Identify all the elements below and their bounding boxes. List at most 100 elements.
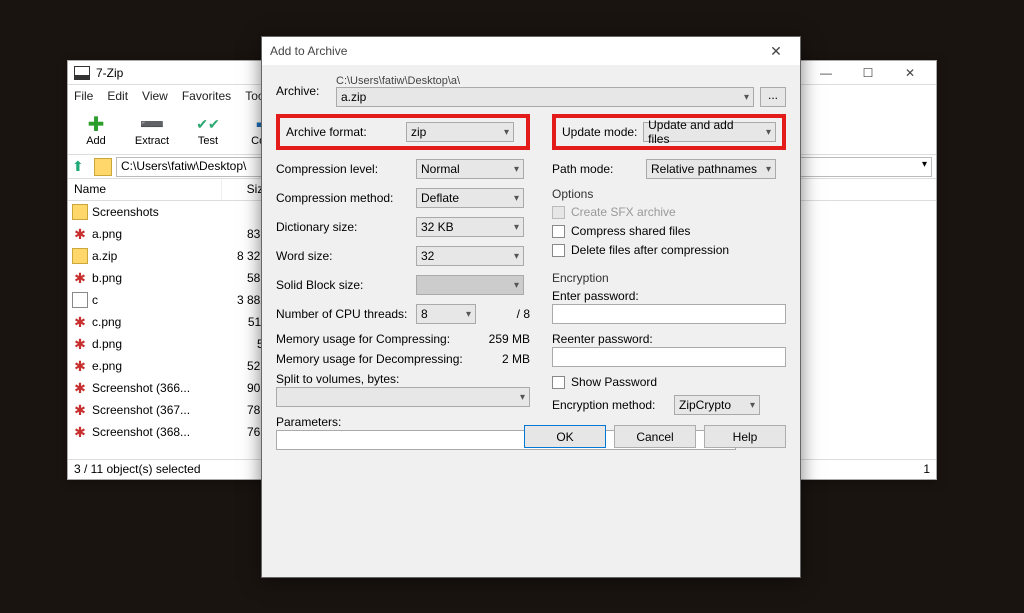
toolbar-extract-label: Extract [135,135,169,147]
format-select[interactable]: zip [406,122,514,142]
solid-block-select [416,275,524,295]
image-icon: ✱ [72,270,88,286]
update-mode-highlight: Update mode: Update and add files [552,114,786,150]
image-icon: ✱ [72,380,88,396]
dictionary-label: Dictionary size: [276,220,416,234]
word-size-label: Word size: [276,249,416,263]
split-label: Split to volumes, bytes: [276,372,530,386]
file-name: b.png [92,271,222,285]
minus-icon: ➖ [141,115,163,135]
shared-checkbox[interactable] [552,225,565,238]
compression-method-select[interactable]: Deflate [416,188,524,208]
minimize-button[interactable]: — [806,62,846,84]
compression-method-label: Compression method: [276,191,416,205]
update-mode-select[interactable]: Update and add files [643,122,776,142]
browse-button[interactable]: ... [760,87,786,107]
file-name: Screenshots [92,205,222,219]
file-name: Screenshot (367... [92,403,222,417]
compression-level-select[interactable]: Normal [416,159,524,179]
toolbar-test-label: Test [198,135,218,147]
toolbar-add-label: Add [86,135,106,147]
plus-icon: ✚ [85,115,107,135]
reenter-pw-label: Reenter password: [552,332,786,346]
image-icon: ✱ [72,314,88,330]
enc-method-label: Encryption method: [552,398,674,412]
image-icon: ✱ [72,226,88,242]
toolbar-add[interactable]: ✚ Add [74,115,118,147]
image-icon: ✱ [72,358,88,374]
split-field[interactable] [276,387,530,407]
up-icon[interactable]: ⬆ [72,158,90,176]
shared-label: Compress shared files [571,224,690,238]
toolbar-test[interactable]: ✔✔ Test [186,115,230,147]
path-mode-select[interactable]: Relative pathnames [646,159,776,179]
enc-method-select[interactable]: ZipCrypto [674,395,760,415]
params-label: Parameters: [276,415,530,429]
sfx-checkbox [552,206,565,219]
delete-checkbox[interactable] [552,244,565,257]
menu-favorites[interactable]: Favorites [182,89,231,103]
word-size-select[interactable]: 32 [416,246,524,266]
folder-icon [72,204,88,220]
file-name: a.zip [92,249,222,263]
col-name-header[interactable]: Name [68,179,222,200]
options-heading: Options [552,187,786,201]
folder-icon [72,248,88,264]
dialog-title: Add to Archive [270,44,760,58]
image-icon: ✱ [72,402,88,418]
cancel-button[interactable]: Cancel [614,425,696,448]
delete-label: Delete files after compression [571,243,729,257]
maximize-button[interactable]: ☐ [848,62,888,84]
close-button[interactable]: ✕ [890,62,930,84]
update-label: Update mode: [562,125,643,139]
file-name: a.png [92,227,222,241]
cpu-total: / 8 [517,307,530,321]
ok-button[interactable]: OK [524,425,606,448]
cpu-select[interactable]: 8 [416,304,476,324]
file-name: d.png [92,337,222,351]
solid-block-label: Solid Block size: [276,278,416,292]
sfx-label: Create SFX archive [571,205,676,219]
add-to-archive-dialog: Add to Archive ✕ Archive: C:\Users\fatiw… [261,36,801,578]
mem-decompress-value: 2 MB [502,352,530,366]
folder-icon [94,158,112,176]
format-label: Archive format: [286,125,406,139]
check-icon: ✔✔ [197,115,219,135]
archive-name-field[interactable]: a.zip [336,87,754,107]
password-confirm-input[interactable] [552,347,786,367]
app-icon [74,66,90,80]
menu-view[interactable]: View [142,89,168,103]
compression-level-label: Compression level: [276,162,416,176]
file-name: c [92,293,222,307]
menu-edit[interactable]: Edit [107,89,128,103]
cpu-label: Number of CPU threads: [276,307,416,321]
toolbar-extract[interactable]: ➖ Extract [130,115,174,147]
file-icon [72,292,88,308]
archive-path: C:\Users\fatiw\Desktop\a\ [336,75,786,87]
dictionary-select[interactable]: 32 KB [416,217,524,237]
status-right: 1 [923,462,930,477]
help-button[interactable]: Help [704,425,786,448]
file-name: Screenshot (366... [92,381,222,395]
show-pw-checkbox[interactable] [552,376,565,389]
archive-format-highlight: Archive format: zip [276,114,530,150]
path-value: C:\Users\fatiw\Desktop\ [121,159,246,173]
image-icon: ✱ [72,424,88,440]
encryption-heading: Encryption [552,271,786,285]
dialog-close-button[interactable]: ✕ [760,43,792,60]
archive-label: Archive: [276,84,336,98]
mem-decompress-label: Memory usage for Decompressing: [276,352,463,366]
show-pw-label: Show Password [571,375,657,389]
status-selection: 3 / 11 object(s) selected [74,462,201,477]
mem-compress-value: 259 MB [489,332,530,346]
image-icon: ✱ [72,336,88,352]
mem-compress-label: Memory usage for Compressing: [276,332,450,346]
file-name: Screenshot (368... [92,425,222,439]
file-name: c.png [92,315,222,329]
enter-pw-label: Enter password: [552,289,786,303]
dialog-titlebar: Add to Archive ✕ [262,37,800,65]
menu-file[interactable]: File [74,89,93,103]
password-input[interactable] [552,304,786,324]
path-mode-label: Path mode: [552,162,646,176]
file-name: e.png [92,359,222,373]
